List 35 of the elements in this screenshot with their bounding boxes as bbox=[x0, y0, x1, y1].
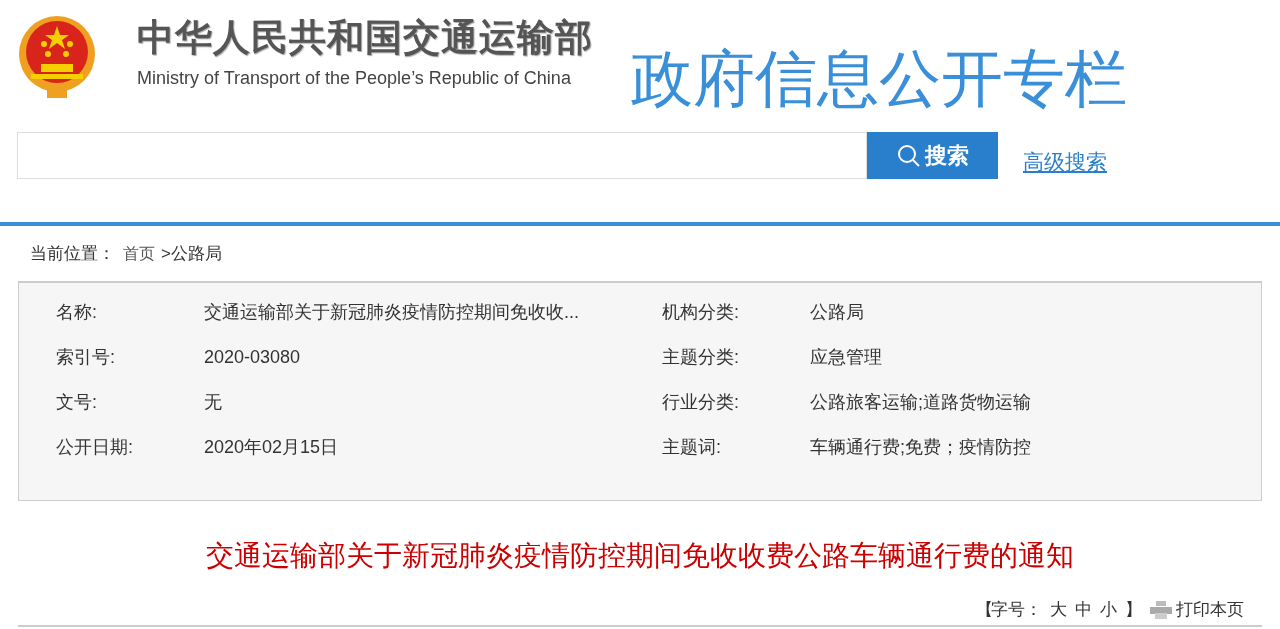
search-field[interactable] bbox=[17, 132, 867, 179]
info-value: 2020-03080 bbox=[204, 346, 302, 369]
national-emblem-icon bbox=[17, 14, 97, 100]
info-value: 2020年02月15日 bbox=[204, 436, 340, 459]
breadcrumb-current: >公路局 bbox=[161, 242, 222, 265]
search-icon bbox=[896, 143, 921, 168]
info-value: 无 bbox=[204, 391, 223, 414]
breadcrumb-home-link[interactable]: 首页 bbox=[123, 241, 155, 266]
ministry-name: 中华人民共和国交通运输部 bbox=[137, 18, 593, 59]
info-label: 机构分类: bbox=[662, 301, 740, 324]
info-label: 公开日期: bbox=[56, 436, 134, 459]
info-value: 交通运输部关于新冠肺炎疫情防控期间免收收... bbox=[204, 301, 580, 324]
info-value: 公路旅客运输;道路货物运输 bbox=[810, 391, 1032, 414]
breadcrumb-label: 当前位置： bbox=[30, 242, 115, 265]
font-size-link[interactable]: 中 bbox=[1075, 597, 1092, 623]
info-value: 车辆通行费;免费；疫情防控 bbox=[810, 436, 1032, 459]
search-button[interactable]: 搜索 bbox=[867, 132, 998, 179]
ministry-english-name: Ministry of Transport of the People’s Republic of China bbox=[137, 66, 572, 90]
info-label: 主题词: bbox=[662, 436, 722, 459]
print-page-link[interactable]: 打印本页 bbox=[1176, 597, 1244, 623]
column-title: 政府信息公开专栏 bbox=[631, 48, 1127, 115]
info-label: 名称: bbox=[56, 301, 98, 324]
info-label: 文号: bbox=[56, 391, 98, 414]
printer-icon[interactable] bbox=[1150, 600, 1172, 619]
article-title: 交通运输部关于新冠肺炎疫情防控期间免收收费公路车辆通行费的通知 bbox=[205, 539, 1075, 573]
font-size-link[interactable]: 大 bbox=[1050, 597, 1067, 623]
info-value: 公路局 bbox=[810, 301, 865, 324]
info-label: 索引号: bbox=[56, 346, 116, 369]
advanced-search-link[interactable]: 高级搜索 bbox=[1023, 146, 1107, 178]
info-label: 行业分类: bbox=[662, 391, 740, 414]
font-size-label: 字号： bbox=[991, 599, 1042, 621]
info-value: 应急管理 bbox=[810, 346, 883, 369]
info-label: 主题分类: bbox=[662, 346, 740, 369]
bracket: 】 bbox=[1125, 599, 1142, 621]
font-size-link[interactable]: 小 bbox=[1100, 597, 1117, 623]
